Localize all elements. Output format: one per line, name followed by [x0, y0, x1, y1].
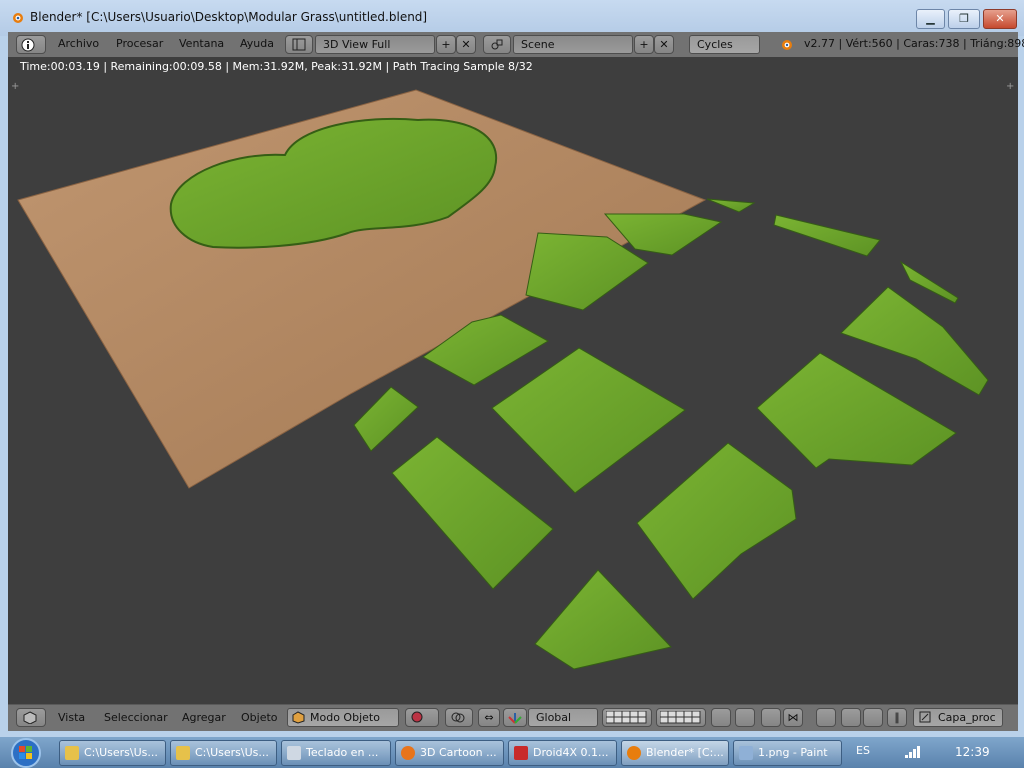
layout-icon [292, 38, 306, 51]
shading-sphere-icon [411, 711, 423, 723]
manipulator-toggle[interactable]: ⇔ [478, 708, 500, 727]
layer-grid-icon [660, 711, 701, 724]
transform-manipulator-icon[interactable] [503, 708, 527, 727]
info-icon [21, 38, 35, 52]
taskbar-item-explorer-1[interactable]: C:\Users\Us... [59, 740, 166, 766]
mode-label: Modo Objeto [310, 711, 380, 724]
render-layer-label: Capa_proc [938, 711, 996, 724]
maximize-button[interactable]: ❐ [948, 9, 980, 29]
menu-objeto[interactable]: Objeto [241, 711, 278, 724]
add-scene-icon[interactable]: + [634, 35, 654, 54]
3d-view-header: Vista Seleccionar Agregar Objeto Modo Ob… [8, 704, 1018, 731]
screen-layout-field[interactable]: 3D View Full [315, 35, 435, 54]
render-icon[interactable] [841, 708, 861, 727]
menu-procesar[interactable]: Procesar [116, 37, 163, 50]
pivot-icon [451, 712, 465, 723]
grass-tile [353, 386, 419, 452]
minimize-button[interactable]: ▁ [916, 9, 945, 29]
grass-tile [391, 436, 554, 590]
shading-dropdown[interactable] [405, 708, 439, 727]
snap-target-icon[interactable] [816, 708, 836, 727]
axis-gizmo-icon [508, 713, 522, 724]
close-button[interactable]: ✕ [983, 9, 1017, 29]
remove-scene-icon[interactable]: ✕ [654, 35, 674, 54]
taskbar-item-paint[interactable]: 1.png - Paint [733, 740, 842, 766]
object-mode-icon [292, 711, 305, 724]
editor-type-button[interactable] [16, 708, 46, 727]
scene-field[interactable]: Scene [513, 35, 633, 54]
taskbar-item-keyboard[interactable]: Teclado en ... [281, 740, 391, 766]
window-titlebar[interactable]: Blender* [C:\Users\Usuario\Desktop\Modul… [0, 0, 1024, 36]
menu-archivo[interactable]: Archivo [58, 37, 99, 50]
start-button[interactable] [4, 737, 44, 768]
toolshelf-toggle-icon[interactable]: + [11, 81, 19, 92]
pivot-point-dropdown[interactable] [445, 708, 473, 727]
droid4x-icon [514, 746, 528, 760]
layer-grid-icon [606, 711, 647, 724]
paint-icon [739, 746, 753, 760]
screen-layout-selector[interactable] [285, 35, 313, 54]
cube-editor-icon [23, 711, 37, 724]
remove-screen-icon[interactable]: ✕ [456, 35, 476, 54]
snap-toggle-icon[interactable] [761, 708, 781, 727]
render-layer-field[interactable]: Capa_proc [913, 708, 1003, 727]
3d-viewport[interactable]: Time:00:03.19 | Remaining:00:09.58 | Mem… [8, 57, 1018, 704]
taskbar: C:\Users\Us... C:\Users\Us... Teclado en… [0, 737, 1024, 768]
grass-tile [534, 569, 672, 670]
firefox-icon [401, 746, 415, 760]
transform-orientation-dropdown[interactable]: Global [528, 708, 598, 727]
menu-ventana[interactable]: Ventana [179, 37, 224, 50]
snap-element-icon[interactable]: ⋈ [783, 708, 803, 727]
blender-version-icon [782, 40, 792, 50]
scene-stats: v2.77 | Vért:560 | Caras:738 | Triáng:89… [804, 37, 1024, 50]
interaction-mode-dropdown[interactable]: Modo Objeto [287, 708, 399, 727]
menu-agregar[interactable]: Agregar [182, 711, 226, 724]
scene-selector[interactable] [483, 35, 511, 54]
pause-render-icon[interactable]: ∥ [887, 708, 907, 727]
render-engine-dropdown[interactable]: Cycles [689, 35, 760, 54]
menu-seleccionar[interactable]: Seleccionar [104, 711, 168, 724]
scene-icon [491, 39, 503, 50]
blender-logo-icon [13, 13, 23, 23]
keyboard-icon [287, 746, 301, 760]
taskbar-item-firefox[interactable]: 3D Cartoon ... [395, 740, 504, 766]
add-screen-icon[interactable]: + [436, 35, 456, 54]
taskbar-item-droid4x[interactable]: Droid4X 0.1... [508, 740, 617, 766]
scene-layers-2[interactable] [656, 708, 706, 727]
render-layer-icon [919, 711, 931, 723]
grass-tile [636, 442, 797, 600]
network-signal-icon[interactable] [904, 745, 922, 759]
menu-ayuda[interactable]: Ayuda [240, 37, 274, 50]
grass-tile [773, 214, 881, 257]
grass-tile [491, 347, 686, 494]
grass-tile [706, 198, 756, 213]
window-title: Blender* [C:\Users\Usuario\Desktop\Modul… [30, 10, 428, 24]
menu-vista[interactable]: Vista [58, 711, 85, 724]
language-indicator[interactable]: ES [856, 744, 870, 757]
folder-icon [65, 746, 79, 760]
blender-icon [627, 746, 641, 760]
grass-tile [899, 260, 959, 304]
grass-tile [756, 352, 957, 469]
clock[interactable]: 12:39 [955, 745, 990, 759]
rendered-scene [17, 89, 989, 670]
properties-toggle-icon[interactable]: + [1006, 81, 1014, 92]
folder-icon [176, 746, 190, 760]
render-status: Time:00:03.19 | Remaining:00:09.58 | Mem… [20, 60, 533, 73]
lock-camera-icon[interactable] [711, 708, 731, 727]
info-header: Archivo Procesar Ventana Ayuda 3D View F… [8, 32, 1024, 58]
taskbar-item-explorer-2[interactable]: C:\Users\Us... [170, 740, 277, 766]
render-animation-icon[interactable] [863, 708, 883, 727]
editor-type-button[interactable] [16, 35, 46, 54]
scene-layers-1[interactable] [602, 708, 652, 727]
proportional-edit-icon[interactable] [735, 708, 755, 727]
grass-tile [525, 232, 649, 311]
taskbar-item-blender[interactable]: Blender* [C:... [621, 740, 729, 766]
